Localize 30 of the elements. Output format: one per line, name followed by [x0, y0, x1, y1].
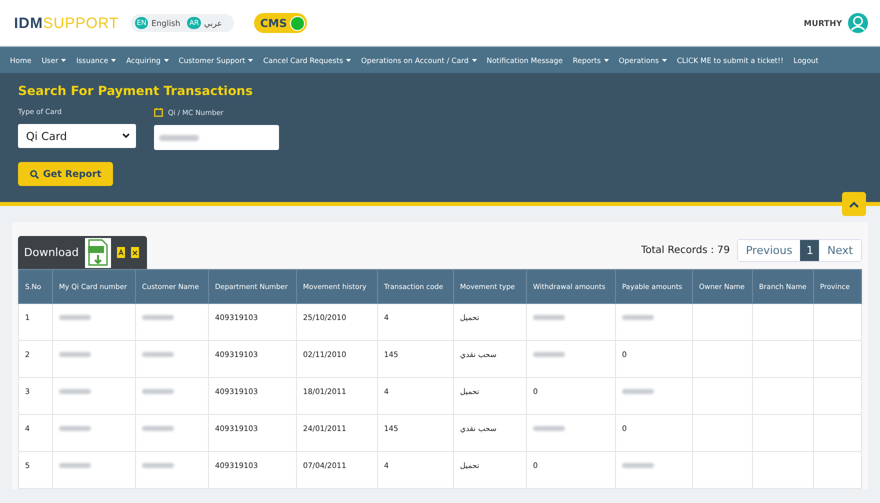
search-icon [30, 170, 39, 178]
chevron-up-icon [849, 200, 859, 208]
user-name[interactable]: MURTHY [804, 18, 842, 28]
caret-icon [472, 59, 477, 62]
caret-icon [604, 59, 609, 62]
language-option[interactable]: English [151, 18, 180, 28]
download-label: Download [24, 246, 79, 259]
pagination-button[interactable]: 1 [800, 240, 820, 261]
caret-icon [164, 59, 169, 62]
logo-text: SUPPORT [43, 14, 119, 32]
scroll-up-button[interactable] [842, 192, 866, 216]
card-type-select[interactable]: Qi Card [18, 124, 136, 148]
user-avatar-icon[interactable] [848, 13, 868, 33]
excel-file-icon[interactable] [130, 247, 139, 258]
calendar-icon [154, 108, 163, 117]
caret-icon [248, 59, 254, 62]
number-input-field[interactable] [154, 125, 279, 150]
get-report-button[interactable]: Get Report [18, 162, 114, 186]
caret-icon [61, 59, 66, 62]
logo-text: IDM [14, 14, 43, 32]
total-records: Total Records : 79 [641, 245, 730, 256]
csv-file-icon[interactable] [84, 238, 111, 268]
caret-icon [662, 59, 667, 62]
panel-title: Search For Payment Transactions [18, 83, 254, 98]
pdf-file-icon[interactable] [116, 247, 125, 258]
language-option[interactable]: عربي [204, 18, 222, 28]
caret-icon [346, 59, 352, 62]
chevron-down-icon [122, 133, 130, 139]
caret-icon [111, 59, 116, 62]
cms-toggle[interactable]: CMS [254, 13, 308, 33]
